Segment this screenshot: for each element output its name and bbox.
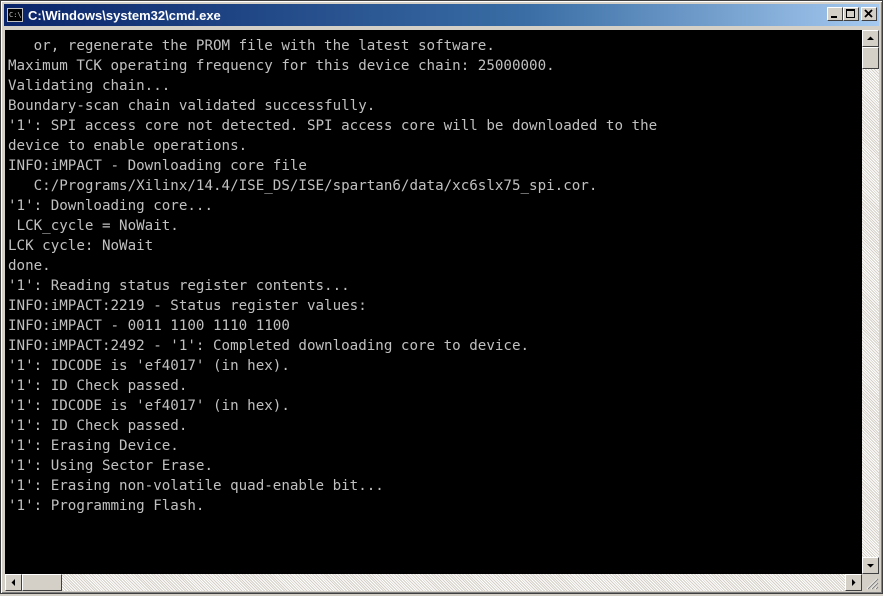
- console-line: INFO:iMPACT:2219 - Status register value…: [8, 298, 367, 314]
- console-line: '1': ID Check passed.: [8, 418, 188, 434]
- minimize-button[interactable]: [827, 7, 843, 21]
- console-line: or, regenerate the PROM file with the la…: [8, 38, 495, 54]
- vertical-scroll-thumb[interactable]: [862, 47, 879, 69]
- arrow-up-icon: [867, 36, 874, 40]
- console-line: '1': Using Sector Erase.: [8, 458, 213, 474]
- scroll-right-button[interactable]: [845, 574, 862, 591]
- console-line: INFO:iMPACT - 0011 1100 1110 1100: [8, 318, 290, 334]
- vertical-scrollbar[interactable]: [862, 30, 879, 574]
- resize-grip[interactable]: [862, 574, 879, 591]
- console-output[interactable]: or, regenerate the PROM file with the la…: [5, 30, 862, 574]
- arrow-left-icon: [11, 579, 15, 586]
- window-title: C:\Windows\system32\cmd.exe: [28, 7, 221, 23]
- console-line: Boundary-scan chain validated successful…: [8, 98, 376, 114]
- close-button[interactable]: [861, 7, 877, 21]
- horizontal-scrollbar[interactable]: [5, 574, 862, 591]
- cmd-window: C:\ C:\Windows\system32\cmd.exe or, rege…: [0, 0, 883, 594]
- console-line: '1': Erasing Device.: [8, 438, 179, 454]
- console-line: '1': Erasing non-volatile quad-enable bi…: [8, 478, 384, 494]
- console-line: '1': IDCODE is 'ef4017' (in hex).: [8, 398, 290, 414]
- arrow-right-icon: [852, 579, 856, 586]
- maximize-icon: [846, 9, 855, 18]
- console-line: LCK_cycle = NoWait.: [8, 218, 179, 234]
- console-app-icon[interactable]: C:\: [7, 8, 23, 22]
- console-lines: or, regenerate the PROM file with the la…: [5, 30, 862, 536]
- console-line: LCK cycle: NoWait: [8, 238, 154, 254]
- title-bar[interactable]: C:\ C:\Windows\system32\cmd.exe: [4, 4, 879, 26]
- console-line: '1': Programming Flash.: [8, 498, 205, 514]
- resize-grip-icon: [866, 578, 879, 590]
- console-line: Maximum TCK operating frequency for this…: [8, 58, 555, 74]
- window-controls: [827, 7, 877, 21]
- console-line: done.: [8, 258, 51, 274]
- horizontal-scroll-thumb[interactable]: [22, 574, 62, 591]
- console-line: device to enable operations.: [8, 138, 248, 154]
- minimize-icon: [831, 16, 837, 18]
- scroll-left-button[interactable]: [5, 574, 22, 591]
- close-icon: [864, 9, 873, 18]
- arrow-down-icon: [867, 564, 874, 568]
- console-line: INFO:iMPACT:2492 - '1': Completed downlo…: [8, 338, 530, 354]
- scroll-down-button[interactable]: [862, 557, 879, 574]
- console-line: '1': IDCODE is 'ef4017' (in hex).: [8, 358, 290, 374]
- console-line: INFO:iMPACT - Downloading core file: [8, 158, 307, 174]
- console-line: '1': Downloading core...: [8, 198, 213, 214]
- console-line: '1': SPI access core not detected. SPI a…: [8, 118, 658, 134]
- console-line: Validating chain...: [8, 78, 171, 94]
- maximize-button[interactable]: [843, 7, 859, 21]
- console-line: '1': Reading status register contents...: [8, 278, 350, 294]
- scroll-up-button[interactable]: [862, 30, 879, 47]
- console-line: C:/Programs/Xilinx/14.4/ISE_DS/ISE/spart…: [8, 178, 598, 194]
- console-line: '1': ID Check passed.: [8, 378, 188, 394]
